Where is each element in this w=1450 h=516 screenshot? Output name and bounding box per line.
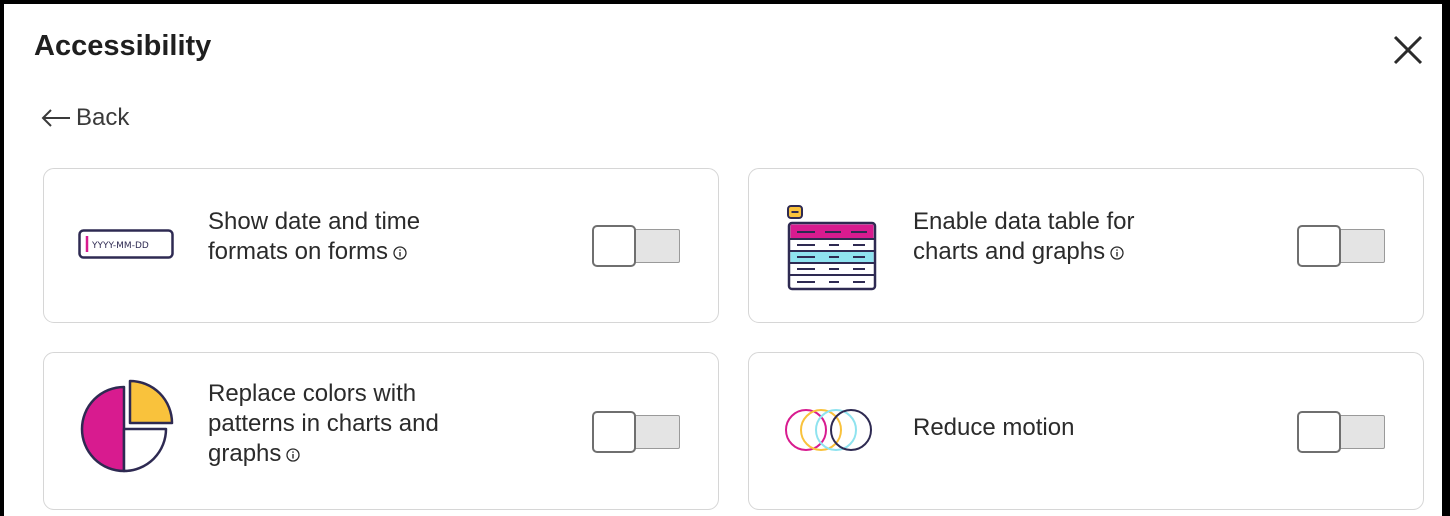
- arrow-left-icon: [41, 109, 70, 127]
- overlapping-circles-icon: [781, 405, 881, 460]
- close-button[interactable]: [1388, 30, 1428, 70]
- info-icon[interactable]: [286, 448, 301, 462]
- setting-label-data-table: Enable data table for charts and graphs: [913, 208, 1135, 265]
- back-label: Back: [76, 104, 130, 131]
- pie-chart-icon: [78, 379, 178, 484]
- accessibility-dialog: Accessibility Back YYYY-MM-DD Show date …: [4, 4, 1442, 516]
- setting-label-reduce-motion: Reduce motion: [913, 414, 1075, 441]
- date-format-icon: YYYY-MM-DD: [78, 229, 174, 264]
- dialog-title: Accessibility: [34, 30, 212, 62]
- date-format-sample: YYYY-MM-DD: [91, 241, 149, 251]
- info-icon[interactable]: [393, 246, 407, 260]
- setting-card-patterns: Replace colors with patterns in charts a…: [43, 352, 719, 510]
- data-table-icon: [785, 203, 881, 298]
- patterns-toggle[interactable]: [592, 411, 684, 453]
- data-table-toggle[interactable]: [1297, 225, 1389, 267]
- back-link[interactable]: Back: [40, 102, 129, 134]
- setting-label-patterns: Replace colors with patterns in charts a…: [208, 380, 439, 467]
- reduce-motion-toggle[interactable]: [1297, 411, 1389, 453]
- info-icon[interactable]: [1110, 246, 1124, 260]
- setting-card-reduce-motion: Reduce motion: [748, 352, 1424, 510]
- date-formats-toggle[interactable]: [592, 225, 684, 267]
- setting-card-data-table: Enable data table for charts and graphs: [748, 168, 1424, 323]
- close-icon: [1393, 35, 1423, 65]
- setting-label-date-formats: Show date and time formats on forms: [208, 208, 421, 265]
- setting-card-date-formats: YYYY-MM-DD Show date and time formats on…: [43, 168, 719, 323]
